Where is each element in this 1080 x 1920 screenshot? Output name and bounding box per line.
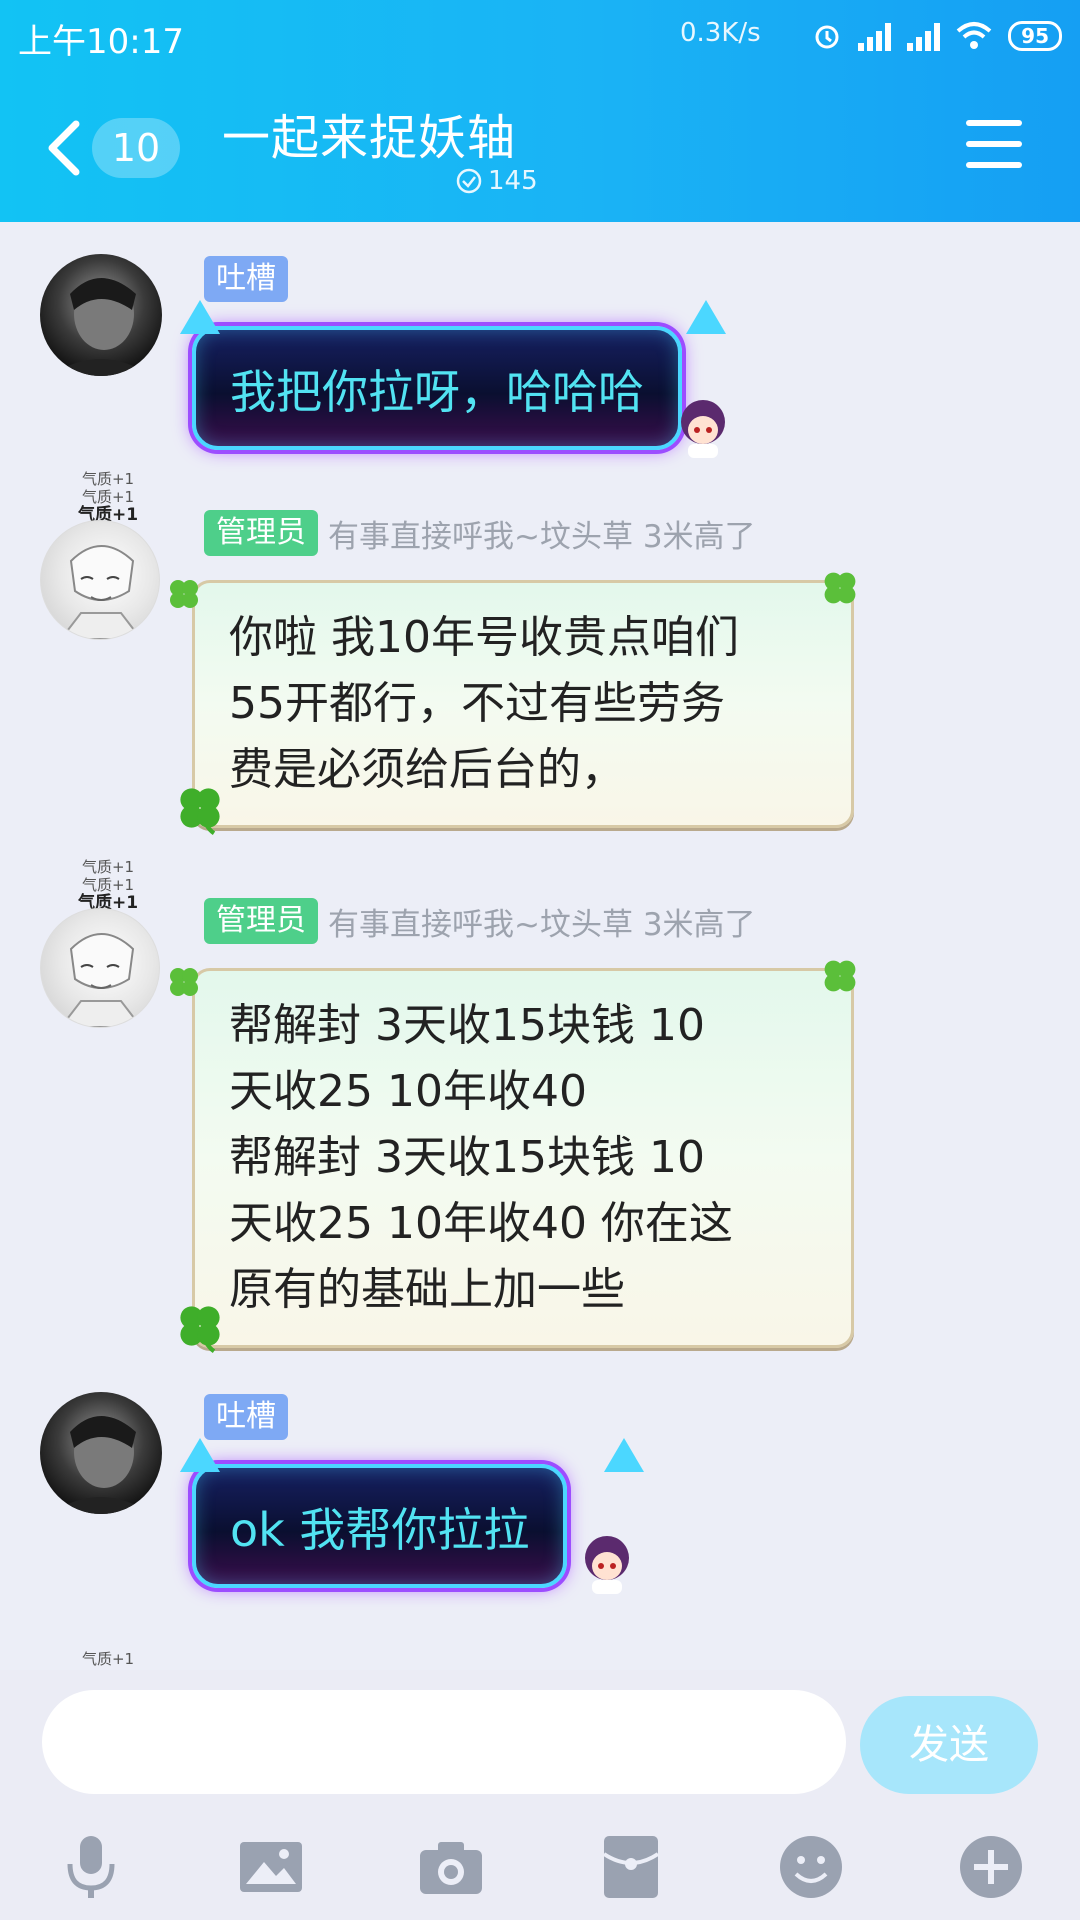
member-title-badges: 气质+1	[58, 1650, 158, 1668]
clover-icon	[180, 788, 220, 835]
network-speed: 0.3K/s	[680, 18, 761, 48]
title-badge: 气质+1	[81, 1650, 135, 1668]
bubble-ear-decoration	[604, 1438, 644, 1472]
clover-icon	[180, 1306, 220, 1353]
member-count-text: 145	[488, 166, 538, 196]
message-line: 帮解封 3天收15块钱 10	[229, 1132, 705, 1183]
message-bubble[interactable]: 我把你拉呀，哈哈哈	[192, 326, 682, 450]
title-badge: 气质+1	[81, 876, 135, 894]
avatar[interactable]	[40, 520, 160, 640]
dark-boy-avatar-icon	[50, 278, 152, 376]
chibi-sticker-icon	[585, 1536, 629, 1594]
avatar[interactable]	[40, 908, 160, 1028]
clover-icon	[824, 960, 856, 992]
sender-tag-row: 吐槽	[204, 256, 288, 302]
message-line: 帮解封 3天收15块钱 10	[229, 1000, 705, 1051]
message-bubble[interactable]: 帮解封 3天收15块钱 10 天收25 10年收40 帮解封 3天收15块钱 1…	[192, 968, 854, 1348]
message-line: 55开都行，不过有些劳务	[229, 678, 725, 729]
title-badge: 气质+1	[81, 488, 135, 506]
message-bubble[interactable]: 你啦 我10年号收贵点咱们 55开都行，不过有些劳务 费是必须给后台的，	[192, 580, 854, 828]
message-bubble[interactable]: ok 我帮你拉拉	[192, 1464, 568, 1588]
bubble-ear-decoration	[180, 1438, 220, 1472]
microphone-icon[interactable]	[56, 1832, 126, 1902]
dark-boy-avatar-icon	[50, 1416, 152, 1514]
status-time: 上午10:17	[18, 22, 184, 62]
manga-boy-avatar-icon	[59, 933, 143, 1027]
manga-boy-avatar-icon	[59, 545, 143, 639]
message-line: 天收25 10年收40	[229, 1066, 587, 1117]
message-line: 天收25 10年收40 你在这	[229, 1198, 733, 1249]
clover-icon	[824, 572, 856, 604]
signal-icon-2	[907, 21, 941, 51]
message-line: 费是必须给后台的，	[229, 744, 625, 795]
back-arrow-icon[interactable]	[44, 118, 84, 178]
sender-tag-row: 管理员 有事直接呼我~坟头草 3米高了	[204, 898, 756, 944]
sender-tag-row: 管理员 有事直接呼我~坟头草 3米高了	[204, 510, 756, 556]
clover-icon	[170, 580, 198, 608]
image-icon[interactable]	[236, 1832, 306, 1902]
status-icons: 95	[812, 18, 1062, 54]
menu-icon[interactable]	[966, 118, 1022, 170]
title-badge: 气质+1	[81, 470, 135, 488]
sender-signature: 有事直接呼我~坟头草 3米高了	[328, 906, 756, 943]
wifi-icon	[956, 22, 992, 49]
message-input[interactable]	[42, 1690, 846, 1794]
send-button[interactable]: 发送	[860, 1696, 1038, 1794]
sender-tag-row: 吐槽	[204, 1394, 288, 1440]
member-title-badges: 气质+1 气质+1 气质+1	[58, 470, 158, 524]
avatar[interactable]	[40, 254, 162, 376]
chat-message-list[interactable]: 吐槽 我把你拉呀，哈哈哈 气质+1 气质+1 气质+1 管理员 有事直接呼我~坟…	[0, 222, 1080, 1670]
member-count[interactable]: 145	[456, 166, 538, 196]
chibi-sticker-icon	[681, 400, 725, 458]
signal-icon	[858, 21, 892, 51]
group-title[interactable]: 一起来捉妖轴	[222, 98, 516, 168]
admin-tag: 管理员	[204, 510, 318, 556]
avatar[interactable]	[40, 1392, 162, 1514]
input-toolbar	[0, 1820, 1080, 1920]
battery-indicator: 95	[1008, 21, 1062, 51]
chat-header: 上午10:17 0.3K/s 95 10 一起来捉妖轴 145	[0, 0, 1080, 222]
clover-icon	[170, 968, 198, 996]
camera-icon[interactable]	[416, 1832, 486, 1902]
bubble-ear-decoration	[180, 300, 220, 334]
message-line: 你啦 我10年号收贵点咱们	[229, 612, 739, 663]
member-title-badges: 气质+1 气质+1 气质+1	[58, 858, 158, 912]
sender-title-tag: 吐槽	[204, 1394, 288, 1440]
message-line: 原有的基础上加一些	[229, 1264, 625, 1315]
title-badge: 气质+1	[81, 858, 135, 876]
sender-title-tag: 吐槽	[204, 256, 288, 302]
emoji-icon[interactable]	[776, 1832, 846, 1902]
input-area: 发送	[0, 1670, 1080, 1920]
red-packet-icon[interactable]	[596, 1832, 666, 1902]
bubble-ear-decoration	[686, 300, 726, 334]
plus-icon[interactable]	[956, 1832, 1026, 1902]
sender-signature: 有事直接呼我~坟头草 3米高了	[328, 518, 756, 555]
check-circle-icon	[456, 168, 482, 194]
unread-count-badge[interactable]: 10	[92, 118, 180, 178]
admin-tag: 管理员	[204, 898, 318, 944]
alarm-icon	[815, 25, 839, 49]
